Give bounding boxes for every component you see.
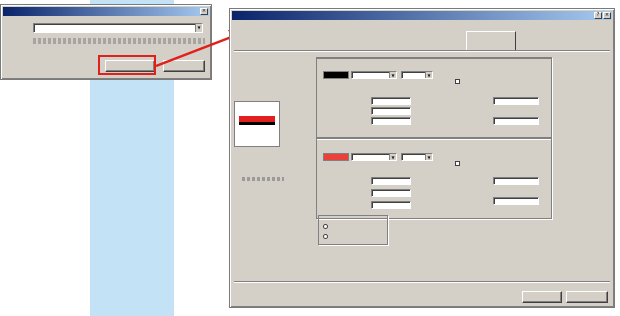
group-3 bbox=[318, 215, 388, 245]
group-2-combo-1[interactable]: ▼ bbox=[351, 153, 397, 161]
close-icon[interactable]: × bbox=[603, 12, 611, 19]
group-1-checkbox[interactable] bbox=[455, 79, 460, 84]
combo-arrow-icon[interactable]: ▼ bbox=[425, 154, 432, 160]
group-1-field-c[interactable] bbox=[371, 117, 411, 125]
small-dialog-title-bar: × bbox=[3, 7, 209, 16]
group-1-field-a[interactable] bbox=[371, 97, 411, 105]
group-1: ▼ ▼ bbox=[316, 57, 552, 139]
group-1-field-e[interactable] bbox=[493, 117, 539, 125]
preview-panel bbox=[234, 101, 280, 147]
group-2-field-e[interactable] bbox=[493, 197, 539, 205]
tab-1[interactable] bbox=[236, 31, 276, 51]
swatch-red[interactable] bbox=[323, 153, 349, 161]
ok-button[interactable] bbox=[522, 291, 562, 303]
swatch-black[interactable] bbox=[323, 71, 349, 79]
tab-7[interactable] bbox=[518, 31, 576, 51]
small-dialog-row2-text bbox=[33, 38, 205, 44]
left-caption bbox=[242, 177, 284, 181]
combo-arrow-icon[interactable]: ▼ bbox=[195, 24, 202, 32]
group-2-field-d[interactable] bbox=[493, 177, 539, 185]
group-1-combo-2[interactable]: ▼ bbox=[401, 71, 433, 79]
cancel-button[interactable] bbox=[163, 60, 205, 72]
radio-option-2[interactable] bbox=[323, 234, 328, 239]
group-1-combo-1[interactable]: ▼ bbox=[351, 71, 397, 79]
group-2-field-b[interactable] bbox=[371, 189, 411, 197]
preview-black-bar bbox=[239, 122, 275, 125]
combo-arrow-icon[interactable]: ▼ bbox=[425, 72, 432, 78]
ok-highlight-box bbox=[98, 55, 156, 75]
group-1-field-b[interactable] bbox=[371, 107, 411, 115]
cancel-button[interactable] bbox=[566, 291, 608, 303]
bottom-separator bbox=[234, 281, 610, 282]
group-2: ▼ ▼ bbox=[316, 137, 552, 219]
radio-option-1[interactable] bbox=[323, 224, 328, 229]
close-icon[interactable]: × bbox=[200, 8, 208, 15]
main-dialog-title-bar: ? × bbox=[232, 11, 612, 20]
combo-arrow-icon[interactable]: ▼ bbox=[389, 154, 396, 160]
tab-4[interactable] bbox=[370, 31, 416, 51]
group-2-field-a[interactable] bbox=[371, 177, 411, 185]
tab-2[interactable] bbox=[278, 31, 322, 51]
group-1-field-d[interactable] bbox=[493, 97, 539, 105]
group-2-field-c[interactable] bbox=[371, 201, 411, 209]
help-icon[interactable]: ? bbox=[594, 12, 602, 19]
tab-3[interactable] bbox=[324, 31, 368, 51]
group-2-combo-2[interactable]: ▼ bbox=[401, 153, 433, 161]
main-dialog: ? × ▼ ▼ ▼ ▼ bbox=[229, 8, 615, 308]
tab-strip-line bbox=[234, 51, 610, 52]
tab-5[interactable] bbox=[418, 31, 464, 51]
group-2-checkbox[interactable] bbox=[455, 161, 460, 166]
tab-6[interactable] bbox=[466, 31, 516, 51]
combo-arrow-icon[interactable]: ▼ bbox=[389, 72, 396, 78]
small-dialog-row1-field[interactable]: ▼ bbox=[33, 23, 203, 33]
